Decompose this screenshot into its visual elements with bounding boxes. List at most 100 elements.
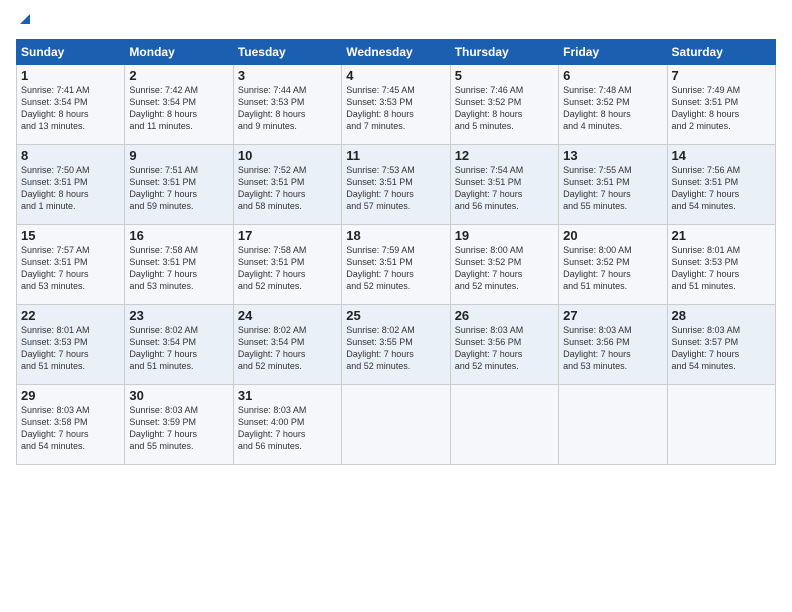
day-number: 5 xyxy=(455,68,554,83)
calendar-cell: 7Sunrise: 7:49 AM Sunset: 3:51 PM Daylig… xyxy=(667,65,775,145)
cell-info: Sunrise: 7:44 AM Sunset: 3:53 PM Dayligh… xyxy=(238,84,337,133)
calendar-cell xyxy=(559,385,667,465)
calendar-cell xyxy=(667,385,775,465)
cell-info: Sunrise: 7:59 AM Sunset: 3:51 PM Dayligh… xyxy=(346,244,445,293)
calendar-cell: 8Sunrise: 7:50 AM Sunset: 3:51 PM Daylig… xyxy=(17,145,125,225)
cell-info: Sunrise: 8:03 AM Sunset: 3:58 PM Dayligh… xyxy=(21,404,120,453)
calendar-cell: 20Sunrise: 8:00 AM Sunset: 3:52 PM Dayli… xyxy=(559,225,667,305)
cell-info: Sunrise: 8:02 AM Sunset: 3:55 PM Dayligh… xyxy=(346,324,445,373)
day-number: 20 xyxy=(563,228,662,243)
day-number: 31 xyxy=(238,388,337,403)
day-number: 2 xyxy=(129,68,228,83)
header xyxy=(16,12,776,31)
header-cell-sunday: Sunday xyxy=(17,40,125,65)
calendar-row: 15Sunrise: 7:57 AM Sunset: 3:51 PM Dayli… xyxy=(17,225,776,305)
day-number: 23 xyxy=(129,308,228,323)
day-number: 3 xyxy=(238,68,337,83)
calendar-row: 1Sunrise: 7:41 AM Sunset: 3:54 PM Daylig… xyxy=(17,65,776,145)
cell-info: Sunrise: 7:52 AM Sunset: 3:51 PM Dayligh… xyxy=(238,164,337,213)
calendar-cell: 26Sunrise: 8:03 AM Sunset: 3:56 PM Dayli… xyxy=(450,305,558,385)
cell-info: Sunrise: 8:03 AM Sunset: 4:00 PM Dayligh… xyxy=(238,404,337,453)
calendar-cell: 22Sunrise: 8:01 AM Sunset: 3:53 PM Dayli… xyxy=(17,305,125,385)
calendar-cell: 13Sunrise: 7:55 AM Sunset: 3:51 PM Dayli… xyxy=(559,145,667,225)
header-cell-tuesday: Tuesday xyxy=(233,40,341,65)
day-number: 18 xyxy=(346,228,445,243)
day-number: 11 xyxy=(346,148,445,163)
cell-info: Sunrise: 8:00 AM Sunset: 3:52 PM Dayligh… xyxy=(455,244,554,293)
day-number: 9 xyxy=(129,148,228,163)
cell-info: Sunrise: 7:58 AM Sunset: 3:51 PM Dayligh… xyxy=(129,244,228,293)
calendar-cell: 12Sunrise: 7:54 AM Sunset: 3:51 PM Dayli… xyxy=(450,145,558,225)
cell-info: Sunrise: 7:45 AM Sunset: 3:53 PM Dayligh… xyxy=(346,84,445,133)
cell-info: Sunrise: 7:51 AM Sunset: 3:51 PM Dayligh… xyxy=(129,164,228,213)
logo-arrow-icon xyxy=(16,10,34,28)
calendar-header-row: SundayMondayTuesdayWednesdayThursdayFrid… xyxy=(17,40,776,65)
calendar-cell: 3Sunrise: 7:44 AM Sunset: 3:53 PM Daylig… xyxy=(233,65,341,145)
day-number: 8 xyxy=(21,148,120,163)
calendar-cell: 1Sunrise: 7:41 AM Sunset: 3:54 PM Daylig… xyxy=(17,65,125,145)
calendar-cell: 5Sunrise: 7:46 AM Sunset: 3:52 PM Daylig… xyxy=(450,65,558,145)
cell-info: Sunrise: 8:03 AM Sunset: 3:56 PM Dayligh… xyxy=(563,324,662,373)
day-number: 27 xyxy=(563,308,662,323)
cell-info: Sunrise: 7:49 AM Sunset: 3:51 PM Dayligh… xyxy=(672,84,771,133)
day-number: 7 xyxy=(672,68,771,83)
cell-info: Sunrise: 7:48 AM Sunset: 3:52 PM Dayligh… xyxy=(563,84,662,133)
cell-info: Sunrise: 8:03 AM Sunset: 3:56 PM Dayligh… xyxy=(455,324,554,373)
calendar-cell: 28Sunrise: 8:03 AM Sunset: 3:57 PM Dayli… xyxy=(667,305,775,385)
calendar-cell: 18Sunrise: 7:59 AM Sunset: 3:51 PM Dayli… xyxy=(342,225,450,305)
day-number: 10 xyxy=(238,148,337,163)
calendar-cell xyxy=(342,385,450,465)
calendar-cell: 11Sunrise: 7:53 AM Sunset: 3:51 PM Dayli… xyxy=(342,145,450,225)
calendar-cell: 19Sunrise: 8:00 AM Sunset: 3:52 PM Dayli… xyxy=(450,225,558,305)
cell-info: Sunrise: 7:58 AM Sunset: 3:51 PM Dayligh… xyxy=(238,244,337,293)
calendar-cell: 2Sunrise: 7:42 AM Sunset: 3:54 PM Daylig… xyxy=(125,65,233,145)
main-container: SundayMondayTuesdayWednesdayThursdayFrid… xyxy=(0,0,792,473)
calendar-cell: 29Sunrise: 8:03 AM Sunset: 3:58 PM Dayli… xyxy=(17,385,125,465)
day-number: 17 xyxy=(238,228,337,243)
day-number: 16 xyxy=(129,228,228,243)
day-number: 30 xyxy=(129,388,228,403)
cell-info: Sunrise: 8:00 AM Sunset: 3:52 PM Dayligh… xyxy=(563,244,662,293)
day-number: 15 xyxy=(21,228,120,243)
cell-info: Sunrise: 7:42 AM Sunset: 3:54 PM Dayligh… xyxy=(129,84,228,133)
header-cell-wednesday: Wednesday xyxy=(342,40,450,65)
calendar-cell: 6Sunrise: 7:48 AM Sunset: 3:52 PM Daylig… xyxy=(559,65,667,145)
cell-info: Sunrise: 8:02 AM Sunset: 3:54 PM Dayligh… xyxy=(238,324,337,373)
day-number: 13 xyxy=(563,148,662,163)
cell-info: Sunrise: 7:41 AM Sunset: 3:54 PM Dayligh… xyxy=(21,84,120,133)
calendar-cell: 17Sunrise: 7:58 AM Sunset: 3:51 PM Dayli… xyxy=(233,225,341,305)
calendar-row: 22Sunrise: 8:01 AM Sunset: 3:53 PM Dayli… xyxy=(17,305,776,385)
day-number: 29 xyxy=(21,388,120,403)
calendar-cell: 23Sunrise: 8:02 AM Sunset: 3:54 PM Dayli… xyxy=(125,305,233,385)
calendar-body: 1Sunrise: 7:41 AM Sunset: 3:54 PM Daylig… xyxy=(17,65,776,465)
header-cell-thursday: Thursday xyxy=(450,40,558,65)
cell-info: Sunrise: 7:50 AM Sunset: 3:51 PM Dayligh… xyxy=(21,164,120,213)
calendar-cell: 14Sunrise: 7:56 AM Sunset: 3:51 PM Dayli… xyxy=(667,145,775,225)
header-cell-monday: Monday xyxy=(125,40,233,65)
calendar-cell: 27Sunrise: 8:03 AM Sunset: 3:56 PM Dayli… xyxy=(559,305,667,385)
calendar-row: 29Sunrise: 8:03 AM Sunset: 3:58 PM Dayli… xyxy=(17,385,776,465)
calendar-cell: 9Sunrise: 7:51 AM Sunset: 3:51 PM Daylig… xyxy=(125,145,233,225)
day-number: 21 xyxy=(672,228,771,243)
calendar-cell: 4Sunrise: 7:45 AM Sunset: 3:53 PM Daylig… xyxy=(342,65,450,145)
header-cell-friday: Friday xyxy=(559,40,667,65)
day-number: 25 xyxy=(346,308,445,323)
calendar-cell: 25Sunrise: 8:02 AM Sunset: 3:55 PM Dayli… xyxy=(342,305,450,385)
cell-info: Sunrise: 7:56 AM Sunset: 3:51 PM Dayligh… xyxy=(672,164,771,213)
cell-info: Sunrise: 8:01 AM Sunset: 3:53 PM Dayligh… xyxy=(672,244,771,293)
calendar-cell xyxy=(450,385,558,465)
day-number: 4 xyxy=(346,68,445,83)
day-number: 22 xyxy=(21,308,120,323)
cell-info: Sunrise: 8:01 AM Sunset: 3:53 PM Dayligh… xyxy=(21,324,120,373)
calendar-cell: 30Sunrise: 8:03 AM Sunset: 3:59 PM Dayli… xyxy=(125,385,233,465)
day-number: 28 xyxy=(672,308,771,323)
calendar-cell: 15Sunrise: 7:57 AM Sunset: 3:51 PM Dayli… xyxy=(17,225,125,305)
logo xyxy=(16,12,34,31)
calendar-cell: 16Sunrise: 7:58 AM Sunset: 3:51 PM Dayli… xyxy=(125,225,233,305)
day-number: 14 xyxy=(672,148,771,163)
day-number: 12 xyxy=(455,148,554,163)
cell-info: Sunrise: 7:46 AM Sunset: 3:52 PM Dayligh… xyxy=(455,84,554,133)
cell-info: Sunrise: 8:03 AM Sunset: 3:57 PM Dayligh… xyxy=(672,324,771,373)
cell-info: Sunrise: 7:55 AM Sunset: 3:51 PM Dayligh… xyxy=(563,164,662,213)
day-number: 24 xyxy=(238,308,337,323)
